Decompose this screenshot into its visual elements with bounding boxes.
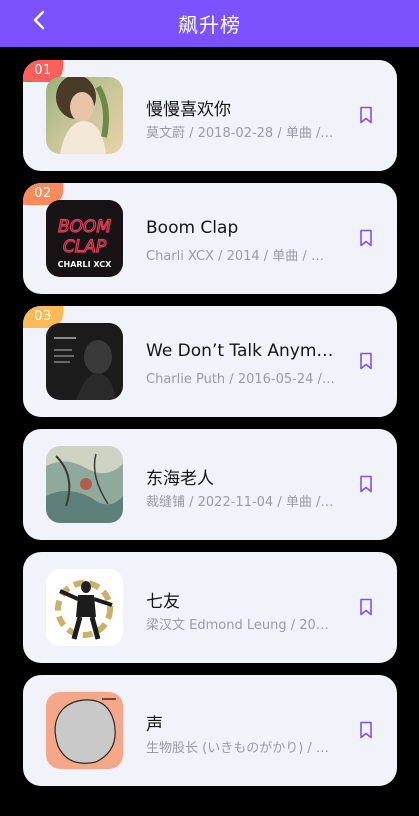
song-card[interactable]: 02 BOOM CLAP CHARLI XCX Boom Clap Charli…: [23, 183, 397, 294]
app-header: 飙升榜: [0, 0, 419, 47]
song-title: 东海老人: [146, 469, 214, 489]
song-card[interactable]: 03 We Don’t Talk Anymore Charlie Puth / …: [23, 306, 397, 417]
album-cover: [46, 77, 123, 154]
chevron-left-icon[interactable]: [28, 8, 52, 32]
bookmark-icon[interactable]: [356, 228, 376, 248]
song-title: We Don’t Talk Anymore: [146, 341, 341, 361]
song-card[interactable]: 东海老人 裁缝铺 / 2022-11-04 / 单曲 / 民谣: [23, 429, 397, 540]
song-list: 01 慢慢喜欢你 莫文蔚 / 2018-02-28 / 单曲 / 流行 02 B…: [23, 60, 397, 798]
song-title: 七友: [146, 592, 180, 612]
cover-text-boom: BOOM: [58, 217, 111, 237]
bookmark-icon[interactable]: [356, 474, 376, 494]
bookmark-icon[interactable]: [356, 597, 376, 617]
album-cover: [46, 323, 123, 400]
song-meta: Charli XCX / 2014 / 单曲 / 流行: [146, 249, 336, 264]
bookmark-icon[interactable]: [356, 720, 376, 740]
bookmark-icon[interactable]: [356, 105, 376, 125]
album-cover: BOOM CLAP CHARLI XCX: [46, 200, 123, 277]
song-meta: 梁汉文 Edmond Leung / 2000 / 单曲: [146, 618, 336, 633]
song-title: Boom Clap: [146, 218, 239, 238]
song-card[interactable]: 01 慢慢喜欢你 莫文蔚 / 2018-02-28 / 单曲 / 流行: [23, 60, 397, 171]
album-cover: [46, 569, 123, 646]
song-title: 声: [146, 715, 163, 735]
cover-text-artist: CHARLI XCX: [58, 260, 113, 269]
song-meta: 生物股长 (いきものがかり) / 单曲: [146, 741, 336, 756]
album-cover: [46, 446, 123, 523]
page-title: 飙升榜: [178, 13, 241, 37]
bookmark-icon[interactable]: [356, 351, 376, 371]
song-title: 慢慢喜欢你: [146, 100, 231, 120]
cover-text-clap: CLAP: [63, 237, 107, 257]
song-meta: 裁缝铺 / 2022-11-04 / 单曲 / 民谣: [146, 495, 336, 510]
song-meta: Charlie Puth / 2016-05-24 / 单曲: [146, 372, 336, 387]
album-cover: [46, 692, 123, 769]
song-card[interactable]: 声 生物股长 (いきものがかり) / 单曲: [23, 675, 397, 786]
song-meta: 莫文蔚 / 2018-02-28 / 单曲 / 流行: [146, 126, 336, 141]
song-card[interactable]: 七友 梁汉文 Edmond Leung / 2000 / 单曲: [23, 552, 397, 663]
